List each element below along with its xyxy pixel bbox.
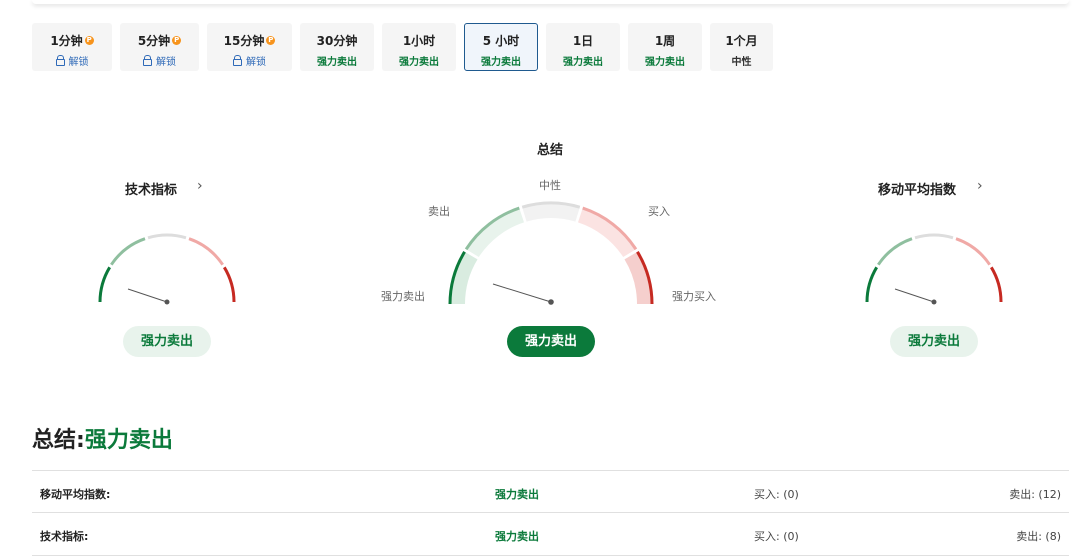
moving-avg-gauge-title[interactable]: 移动平均指数 [878, 179, 956, 198]
row-sell-count: 卖出: (12) [1009, 488, 1061, 501]
lock-icon [233, 55, 242, 66]
technical-result-badge: 强力卖出 [123, 326, 211, 357]
gauge-label-strong-sell: 强力卖出 [381, 290, 425, 303]
moving-avg-gauge [865, 233, 1003, 305]
tab-signal: 中性 [731, 57, 752, 68]
lock-icon [143, 55, 152, 66]
tab-signal: 强力卖出 [481, 57, 521, 68]
row-buy-count: 买入: (0) [754, 488, 799, 501]
tab-signal: 强力卖出 [563, 57, 603, 68]
tab-label: 30分钟 [316, 34, 358, 48]
tab-label: 1周 [654, 34, 676, 48]
tab-1mo[interactable]: 1个月 中性 [710, 23, 773, 71]
tab-label: 5分钟 [137, 34, 171, 48]
table-row: 技术指标: 强力卖出 买入: (0) 卖出: (8) [32, 512, 1069, 556]
tab-1min[interactable]: 1分钟 P 解锁 [32, 23, 112, 71]
gauge-label-neutral: 中性 [539, 179, 561, 192]
row-name: 移动平均指数: [40, 488, 111, 501]
technical-gauge [98, 233, 236, 305]
tab-unlock-label: 解锁 [156, 57, 176, 68]
tab-label: 1个月 [725, 34, 758, 48]
summary-result-badge: 强力卖出 [507, 326, 595, 357]
tab-signal: 强力卖出 [645, 57, 685, 68]
tab-1h[interactable]: 1小时 强力卖出 [382, 23, 456, 71]
tab-15min[interactable]: 15分钟 P 解锁 [207, 23, 292, 71]
gauge-label-strong-buy: 强力买入 [672, 290, 716, 303]
tab-label: 1小时 [402, 34, 436, 48]
moving-avg-result-badge: 强力卖出 [890, 326, 978, 357]
summary-heading: 总结:强力卖出 [32, 422, 173, 454]
top-shadow-bar [32, 0, 1069, 4]
tab-5h[interactable]: 5 小时 强力卖出 [464, 23, 538, 71]
tab-unlock-label: 解锁 [246, 57, 266, 68]
summary-gauge [448, 201, 654, 305]
row-signal: 强力卖出 [495, 488, 539, 501]
summary-heading-value: 强力卖出 [84, 428, 173, 453]
technical-gauge-title[interactable]: 技术指标 [125, 179, 177, 198]
tab-label: 1日 [572, 34, 594, 48]
tab-signal: 强力卖出 [399, 57, 439, 68]
tab-unlock-label: 解锁 [68, 57, 89, 68]
row-signal: 强力卖出 [495, 530, 539, 543]
lock-icon [55, 55, 65, 66]
row-name: 技术指标: [40, 530, 89, 543]
tab-signal: 强力卖出 [317, 57, 357, 68]
pro-badge-icon: P [266, 36, 276, 45]
chevron-right-icon[interactable]: › [197, 178, 203, 194]
tab-label: 1分钟 [50, 34, 83, 48]
tab-30min[interactable]: 30分钟 强力卖出 [300, 23, 374, 71]
summary-heading-label: 总结: [32, 428, 85, 453]
chevron-right-icon[interactable]: › [977, 178, 983, 194]
tab-label: 15分钟 [223, 34, 265, 48]
row-sell-count: 卖出: (8) [1016, 530, 1061, 543]
pro-badge-icon: P [84, 36, 94, 45]
row-buy-count: 买入: (0) [754, 530, 799, 543]
tab-5min[interactable]: 5分钟 P 解锁 [120, 23, 199, 71]
summary-gauge-title: 总结 [537, 143, 564, 158]
tab-1w[interactable]: 1周 强力卖出 [628, 23, 702, 71]
pro-badge-icon: P [172, 36, 182, 45]
table-row: 移动平均指数: 强力卖出 买入: (0) 卖出: (12) [32, 470, 1069, 513]
tab-label: 5 小时 [482, 34, 520, 48]
tab-1d[interactable]: 1日 强力卖出 [546, 23, 620, 71]
